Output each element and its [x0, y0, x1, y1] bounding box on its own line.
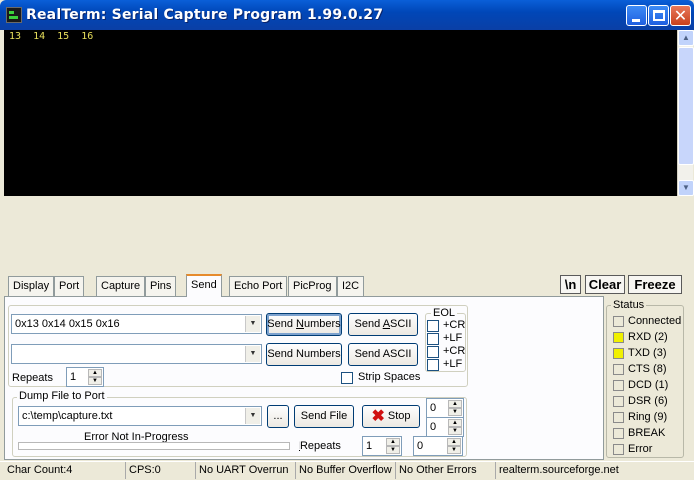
- stop-icon: ✖: [371, 408, 385, 425]
- eol-lf-checkbox-1[interactable]: [427, 333, 439, 345]
- newline-button[interactable]: \n: [560, 275, 581, 294]
- stepper-down-icon[interactable]: ▼: [386, 446, 400, 454]
- stepper-up-icon[interactable]: ▲: [386, 438, 400, 446]
- eol-cr-checkbox-1[interactable]: [427, 320, 439, 332]
- terminal-display[interactable]: 13 14 15 16: [4, 30, 677, 196]
- close-button[interactable]: ✕: [670, 5, 691, 26]
- status-led: [613, 380, 624, 391]
- status-led: [613, 412, 624, 423]
- freeze-button[interactable]: Freeze: [628, 275, 682, 294]
- tab-i2c[interactable]: I2C: [337, 276, 365, 296]
- dump-repeats-stepper[interactable]: 1 ▲ ▼: [362, 436, 402, 456]
- tab-pins[interactable]: Pins: [145, 276, 177, 296]
- dump-spin-2[interactable]: 0 ▲ ▼: [426, 417, 464, 437]
- tab-picprog[interactable]: PicProg: [288, 276, 337, 296]
- status-led: [613, 364, 624, 375]
- stepper-down-icon[interactable]: ▼: [88, 377, 102, 385]
- status-label: DCD (1): [628, 379, 669, 391]
- stepper-up-icon[interactable]: ▲: [448, 419, 462, 427]
- tab-echo-port[interactable]: Echo Port: [229, 276, 288, 296]
- title-bar[interactable]: RealTerm: Serial Capture Program 1.99.0.…: [0, 0, 694, 30]
- status-led: [613, 332, 624, 343]
- app-icon[interactable]: [6, 7, 22, 23]
- dump-file-value: c:\temp\capture.txt: [22, 410, 113, 422]
- cps-readout: CPS:0: [125, 462, 195, 479]
- status-led: [613, 428, 624, 439]
- website-link[interactable]: realterm.sourceforge.net: [495, 462, 691, 479]
- scroll-down-button[interactable]: ▼: [678, 180, 694, 196]
- clear-button[interactable]: Clear: [585, 275, 625, 294]
- scroll-up-button[interactable]: ▲: [678, 30, 694, 46]
- status-led: [613, 396, 624, 407]
- dump-file-combo[interactable]: c:\temp\capture.txt ▼: [18, 406, 262, 426]
- repeats-stepper[interactable]: 1 ▲ ▼: [66, 367, 104, 387]
- stepper-up-icon[interactable]: ▲: [447, 438, 461, 446]
- stepper-down-icon[interactable]: ▼: [448, 408, 462, 416]
- dump-progress-bar: [18, 442, 290, 450]
- status-label: TXD (3): [628, 347, 667, 359]
- scroll-thumb[interactable]: [678, 47, 694, 165]
- tab-capture[interactable]: Capture: [96, 276, 146, 296]
- terminal-scrollbar[interactable]: ▲ ▼: [677, 30, 694, 196]
- stepper-down-icon[interactable]: ▼: [447, 446, 461, 454]
- chevron-down-icon[interactable]: ▼: [245, 346, 260, 362]
- dump-spin-1[interactable]: 0 ▲ ▼: [426, 398, 464, 418]
- dump-repeats-label: RRepeats: [299, 440, 341, 452]
- status-label: Error: [628, 443, 653, 455]
- send-file-button[interactable]: Send File: [294, 405, 354, 428]
- send-ascii-button-2[interactable]: Send ASCII: [348, 343, 418, 366]
- stepper-up-icon[interactable]: ▲: [88, 369, 102, 377]
- chevron-down-icon[interactable]: ▼: [245, 408, 260, 424]
- send-data-combo-2[interactable]: ▼: [11, 344, 262, 364]
- minimize-button[interactable]: [626, 5, 647, 26]
- tab-display[interactable]: Display: [8, 276, 55, 296]
- status-led: [613, 348, 624, 359]
- strip-spaces-checkbox[interactable]: [341, 372, 353, 384]
- send-data-combo-1[interactable]: 0x13 0x14 0x15 0x16 ▼: [11, 314, 262, 334]
- eol-title: EOL: [431, 307, 458, 319]
- send-data-1-value: 0x13 0x14 0x15 0x16: [15, 318, 120, 330]
- status-label: Ring (9): [628, 411, 668, 423]
- eol-lf-checkbox-2[interactable]: [427, 359, 439, 371]
- browse-button[interactable]: ...: [267, 405, 289, 428]
- window-title: RealTerm: Serial Capture Program 1.99.0.…: [26, 7, 384, 23]
- stepper-down-icon[interactable]: ▼: [448, 427, 462, 435]
- status-label: BREAK: [628, 427, 666, 439]
- status-title: Status: [611, 299, 647, 311]
- errors-status: No Other Errors: [395, 462, 495, 479]
- eol-cr-label-1: +CR: [443, 319, 466, 331]
- maximize-icon: [653, 10, 665, 21]
- status-led: [613, 444, 624, 455]
- eol-lf-label-2: +LF: [443, 358, 463, 370]
- stepper-up-icon[interactable]: ▲: [448, 400, 462, 408]
- status-led: [613, 316, 624, 327]
- eol-lf-label-1: +LF: [443, 332, 463, 344]
- status-label: Connected: [628, 315, 682, 327]
- status-label: RXD (2): [628, 331, 668, 343]
- close-icon: ✕: [673, 6, 688, 25]
- status-label: DSR (6): [628, 395, 668, 407]
- tab-port[interactable]: Port: [54, 276, 85, 296]
- stop-button[interactable]: ✖ Stop: [362, 405, 420, 428]
- send-numbers-button-1[interactable]: Send Numbers: [266, 313, 342, 336]
- maximize-button[interactable]: [648, 5, 669, 26]
- status-label: CTS (8): [628, 363, 667, 375]
- minimize-icon: [632, 19, 640, 22]
- dump-repeats-delay-stepper[interactable]: 0 ▲ ▼: [413, 436, 463, 456]
- send-numbers-button-2[interactable]: Send Numbers: [266, 343, 342, 366]
- eol-cr-checkbox-2[interactable]: [427, 346, 439, 358]
- dump-file-title: Dump File to Port: [17, 390, 107, 402]
- chevron-down-icon[interactable]: ▼: [245, 316, 260, 332]
- uart-status: No UART Overrun: [195, 462, 295, 479]
- repeats-label: Repeats: [12, 372, 53, 384]
- char-count: Char Count:4: [7, 464, 73, 476]
- tab-send[interactable]: Send: [186, 274, 222, 297]
- buffer-status: No Buffer Overflow: [295, 462, 395, 479]
- terminal-text: 13 14 15 16: [9, 31, 94, 42]
- send-ascii-button-1[interactable]: Send ASCII: [348, 313, 418, 336]
- strip-spaces-label: Strip Spaces: [358, 371, 421, 383]
- eol-cr-label-2: +CR: [443, 345, 466, 357]
